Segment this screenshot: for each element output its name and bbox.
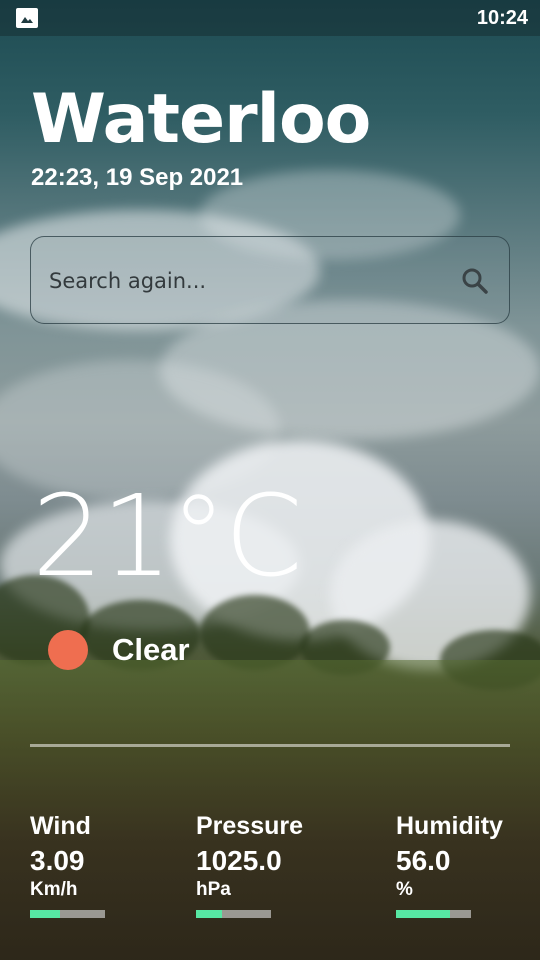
temperature: 21°C — [32, 472, 303, 602]
status-bar: 10:24 — [0, 0, 540, 36]
stat-label: Pressure — [196, 812, 304, 840]
stat-pressure: Pressure 1025.0 hPa — [196, 812, 303, 901]
condition-icon — [48, 630, 88, 670]
date-time: 22:23, 19 Sep 2021 — [31, 164, 244, 191]
condition-label: Clear — [112, 632, 190, 667]
pressure-level-bar — [196, 910, 271, 918]
pressure-level-fill — [196, 910, 223, 918]
stat-label: Wind — [30, 812, 91, 840]
stat-unit: Km/h — [30, 879, 78, 900]
stat-value: 3.09 — [30, 845, 85, 876]
humidity-level-bar — [396, 910, 471, 918]
wind-level-bar — [30, 910, 105, 918]
stat-unit: % — [396, 879, 413, 900]
stat-unit: hPa — [196, 879, 231, 900]
search-icon[interactable] — [459, 265, 491, 297]
stat-value: 56.0 — [396, 845, 451, 876]
wind-level-fill — [30, 910, 60, 918]
stat-value: 1025.0 — [196, 845, 282, 876]
status-time: 10:24 — [476, 7, 528, 29]
stat-label: Humidity — [396, 812, 503, 840]
divider — [30, 744, 510, 747]
stat-humidity: Humidity 56.0 % — [396, 812, 503, 901]
stat-wind: Wind 3.09 Km/h — [30, 812, 91, 901]
image-icon — [16, 8, 38, 28]
search-box[interactable] — [30, 236, 510, 324]
search-input[interactable] — [49, 265, 449, 297]
city-name: Waterloo — [31, 80, 371, 159]
humidity-level-fill — [396, 910, 450, 918]
